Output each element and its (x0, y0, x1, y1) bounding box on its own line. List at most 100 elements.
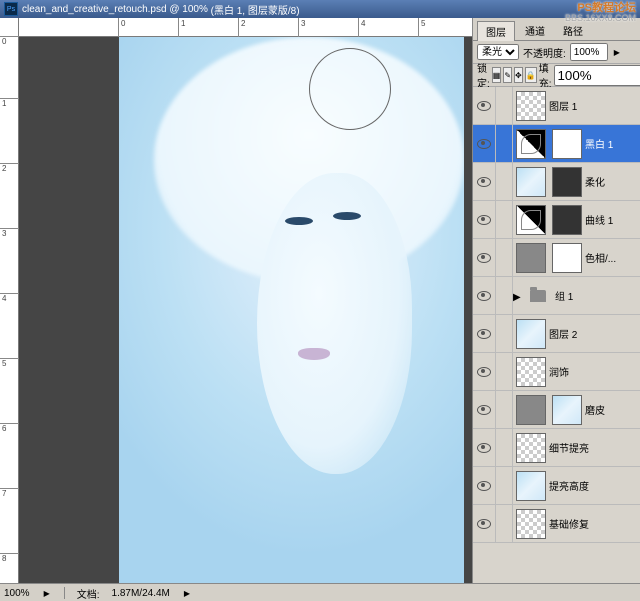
link-column[interactable] (496, 353, 513, 390)
layer-thumbnail[interactable] (516, 395, 546, 425)
link-column[interactable] (496, 125, 513, 162)
layer-name[interactable]: 曲线 1 (585, 212, 640, 227)
eye-icon (477, 367, 491, 377)
lock-pixels-icon[interactable]: ✎ (503, 67, 512, 83)
lock-transparency-icon[interactable]: ▦ (492, 67, 502, 83)
eye-icon (477, 291, 491, 301)
eye-icon (477, 253, 491, 263)
opacity-label: 不透明度: (523, 45, 566, 60)
link-column[interactable] (496, 429, 513, 466)
link-column[interactable] (496, 467, 513, 504)
opacity-input[interactable] (570, 43, 608, 61)
link-column[interactable] (496, 201, 513, 238)
eye-icon (477, 215, 491, 225)
layer-name[interactable]: 图层 2 (549, 326, 640, 341)
document-zoom: 100% (182, 4, 208, 15)
layer-mask-thumbnail[interactable] (552, 129, 582, 159)
visibility-toggle[interactable] (473, 239, 496, 276)
visibility-toggle[interactable] (473, 125, 496, 162)
layer-row[interactable]: 提亮高度 (473, 467, 640, 505)
layer-name[interactable]: 图层 1 (549, 98, 640, 113)
vertical-ruler[interactable]: 0 1 2 3 4 5 6 7 8 (0, 18, 19, 583)
visibility-toggle[interactable] (473, 201, 496, 238)
layer-row[interactable]: 色相/... (473, 239, 640, 277)
link-column[interactable] (496, 505, 513, 542)
chevron-right-icon[interactable]: ▶ (614, 48, 620, 57)
visibility-toggle[interactable] (473, 87, 496, 124)
status-bar: 100% ▶ 文档: 1.87M/24.4M ▶ (0, 583, 640, 601)
eye-icon (477, 139, 491, 149)
layer-name[interactable]: 组 1 (555, 288, 640, 303)
visibility-toggle[interactable] (473, 315, 496, 352)
visibility-toggle[interactable] (473, 163, 496, 200)
visibility-toggle[interactable] (473, 505, 496, 542)
tab-channels[interactable]: 通道 (517, 21, 553, 40)
layer-row[interactable]: 基础修复 (473, 505, 640, 543)
visibility-toggle[interactable] (473, 429, 496, 466)
status-doc-size: 1.87M/24.4M (112, 588, 170, 599)
chevron-right-icon[interactable]: ▶ (44, 589, 50, 598)
link-column[interactable] (496, 391, 513, 428)
expand-arrow-icon[interactable]: ▶ (513, 292, 521, 300)
blend-mode-select[interactable]: 柔光 (477, 44, 519, 60)
layer-thumbnail[interactable] (516, 243, 546, 273)
layer-mask-thumbnail[interactable] (552, 205, 582, 235)
layer-thumbnail[interactable] (516, 91, 546, 121)
document-filename: clean_and_creative_retouch.psd (22, 4, 167, 15)
layer-name[interactable]: 柔化 (585, 174, 640, 189)
layer-name[interactable]: 提亮高度 (549, 478, 640, 493)
status-zoom[interactable]: 100% (4, 588, 30, 599)
layer-thumbnail[interactable] (516, 357, 546, 387)
layer-mask-thumbnail[interactable] (552, 167, 582, 197)
layers-panel: 图层 通道 路径 柔光 不透明度: ▶ 锁定: ▦ ✎ ✥ 🔒 填充: ▶ 图层… (472, 18, 640, 583)
layers-list: 图层 1 黑白 1 柔化曲线 1 色相/... ▶ 组 1 图层 2 润饰磨皮细节提亮提亮高度… (473, 87, 640, 583)
layer-mask-thumbnail[interactable] (552, 243, 582, 273)
layer-thumbnail[interactable] (516, 471, 546, 501)
layer-mask-thumbnail[interactable] (552, 395, 582, 425)
layer-thumbnail[interactable] (516, 167, 546, 197)
layer-row[interactable]: 图层 1 (473, 87, 640, 125)
link-column[interactable] (496, 315, 513, 352)
fill-label: 填充: (539, 60, 552, 90)
layer-name[interactable]: 润饰 (549, 364, 640, 379)
link-column[interactable] (496, 239, 513, 276)
layer-name[interactable]: 黑白 1 (585, 136, 640, 151)
fill-input[interactable] (554, 65, 640, 86)
layer-row[interactable]: 黑白 1 (473, 125, 640, 163)
status-doc-label: 文档: (77, 586, 100, 601)
horizontal-ruler[interactable]: 0 1 2 3 4 5 (19, 18, 472, 37)
layer-row[interactable]: 曲线 1 (473, 201, 640, 239)
layer-row[interactable]: ▶ 组 1 (473, 277, 640, 315)
visibility-toggle[interactable] (473, 467, 496, 504)
link-column[interactable] (496, 87, 513, 124)
lock-label: 锁定: (477, 60, 490, 90)
layer-name[interactable]: 色相/... (585, 250, 640, 265)
layer-row[interactable]: 柔化 (473, 163, 640, 201)
layer-thumbnail[interactable] (516, 433, 546, 463)
layer-name[interactable]: 磨皮 (585, 402, 640, 417)
layer-row[interactable]: 磨皮 (473, 391, 640, 429)
layer-thumbnail[interactable] (516, 205, 546, 235)
lock-all-icon[interactable]: 🔒 (525, 67, 537, 83)
tab-layers[interactable]: 图层 (477, 21, 515, 41)
link-column[interactable] (496, 277, 513, 314)
layer-thumbnail[interactable] (516, 319, 546, 349)
visibility-toggle[interactable] (473, 277, 496, 314)
eye-icon (477, 405, 491, 415)
eye-icon (477, 177, 491, 187)
visibility-toggle[interactable] (473, 391, 496, 428)
image-content (119, 37, 464, 583)
lock-position-icon[interactable]: ✥ (514, 67, 523, 83)
chevron-right-icon[interactable]: ▶ (184, 589, 190, 598)
document-layer-context: (黑白 1, 图层蒙版/8) (211, 2, 300, 17)
layer-name[interactable]: 基础修复 (549, 516, 640, 531)
layer-thumbnail[interactable] (516, 509, 546, 539)
layer-row[interactable]: 细节提亮 (473, 429, 640, 467)
canvas[interactable] (119, 37, 464, 583)
visibility-toggle[interactable] (473, 353, 496, 390)
link-column[interactable] (496, 163, 513, 200)
layer-row[interactable]: 图层 2 (473, 315, 640, 353)
layer-row[interactable]: 润饰 (473, 353, 640, 391)
layer-name[interactable]: 细节提亮 (549, 440, 640, 455)
layer-thumbnail[interactable] (516, 129, 546, 159)
